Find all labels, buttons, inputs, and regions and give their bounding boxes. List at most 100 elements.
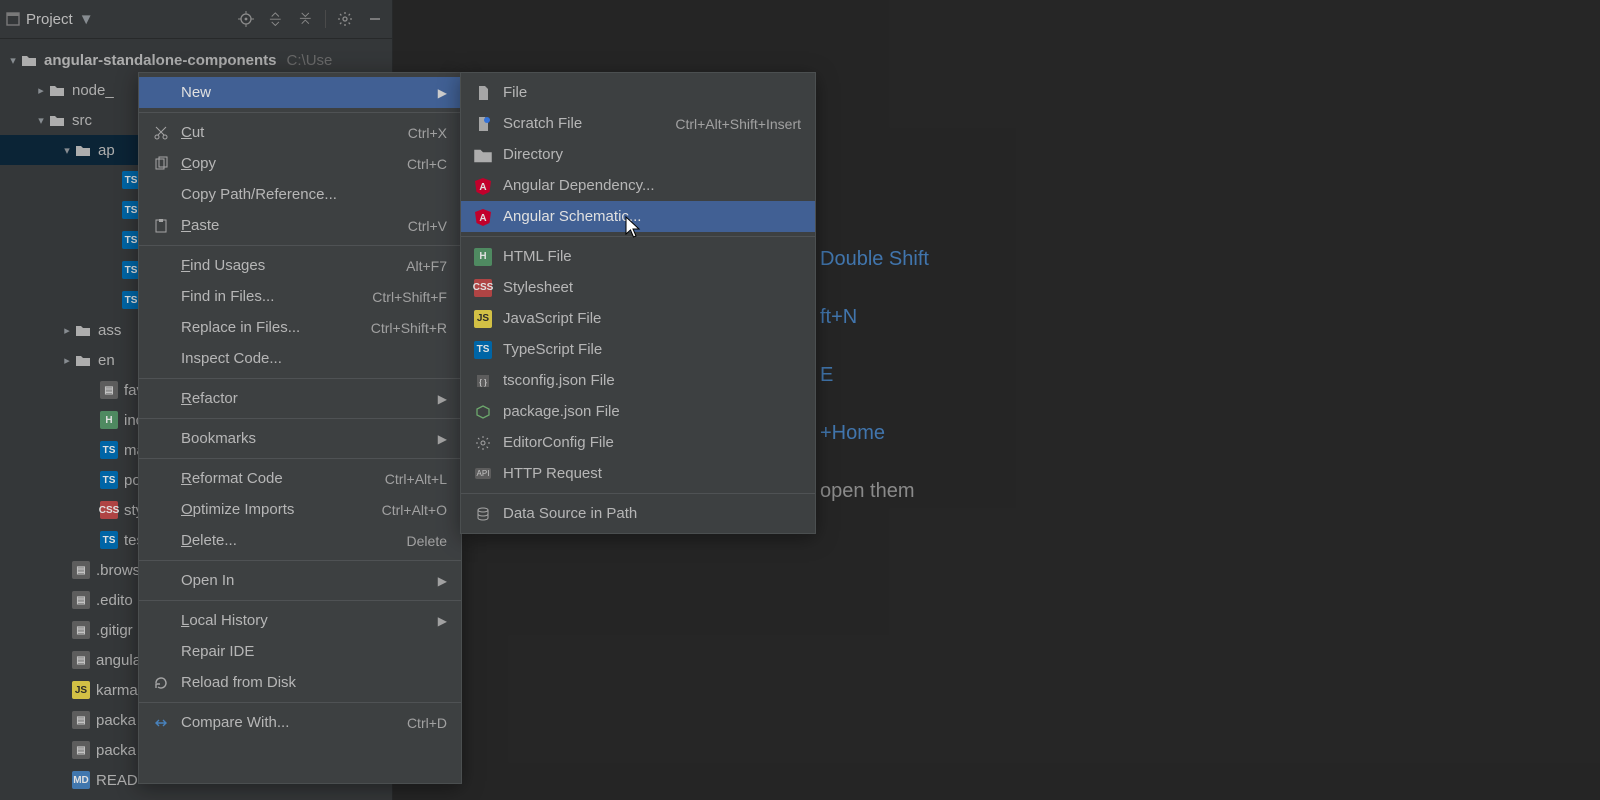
chevron-down-icon[interactable]: ▼ <box>79 11 94 28</box>
folder-icon <box>48 111 66 129</box>
menu-item-shortcut: Ctrl+Alt+O <box>382 502 447 518</box>
new-submenu-item[interactable]: APIHTTP Request <box>461 458 815 489</box>
chevron-right-icon: ▶ <box>438 432 447 446</box>
expand-all-icon[interactable] <box>265 8 287 30</box>
tree-label: ass <box>98 322 121 339</box>
menu-separator <box>139 702 461 703</box>
api-icon: API <box>473 464 493 484</box>
new-submenu-item[interactable]: AAngular Dependency... <box>461 170 815 201</box>
gen-file-icon: ▤ <box>100 381 118 399</box>
menu-separator <box>139 245 461 246</box>
menu-separator <box>139 560 461 561</box>
tree-label: .brows <box>96 562 140 579</box>
folder-icon <box>20 51 38 69</box>
chevron-right-icon: ▶ <box>438 86 447 100</box>
project-view-title[interactable]: Project <box>26 11 73 28</box>
blank-icon <box>151 287 171 307</box>
menu-item-label: Data Source in Path <box>503 505 637 522</box>
menu-item-label: Reload from Disk <box>181 674 296 691</box>
context-menu-item[interactable]: Bookmarks▶ <box>139 423 461 454</box>
context-menu[interactable]: New▶ CutCtrl+XCopyCtrl+C Copy Path/Referen… <box>138 72 462 784</box>
context-menu-item[interactable]: Refactor▶ <box>139 383 461 414</box>
chevron-right-icon[interactable]: ▸ <box>60 354 74 367</box>
angular-icon: A <box>473 176 493 196</box>
blank-icon <box>151 256 171 276</box>
chevron-right-icon[interactable]: ▸ <box>60 324 74 337</box>
folder-icon <box>74 351 92 369</box>
project-tool-header: Project ▼ <box>0 0 392 39</box>
folder-icon <box>74 141 92 159</box>
new-submenu-item[interactable]: EditorConfig File <box>461 427 815 458</box>
tsconf-icon: { } <box>473 371 493 391</box>
chevron-down-icon[interactable]: ▾ <box>6 54 20 67</box>
context-menu-item[interactable]: New▶ <box>139 77 461 108</box>
context-menu-item[interactable]: Open In▶ <box>139 565 461 596</box>
welcome-tips: Double Shift ft+N E +Home open them <box>820 230 929 520</box>
menu-item-label: Stylesheet <box>503 279 573 296</box>
context-menu-item[interactable]: Replace in Files...Ctrl+Shift+R <box>139 312 461 343</box>
context-menu-item[interactable]: Find in Files...Ctrl+Shift+F <box>139 281 461 312</box>
new-submenu-item[interactable]: JSJavaScript File <box>461 303 815 334</box>
new-submenu-item[interactable]: Data Source in Path <box>461 498 815 529</box>
gear-icon[interactable] <box>334 8 356 30</box>
js-icon: JS <box>473 309 493 329</box>
new-submenu-item[interactable]: { }tsconfig.json File <box>461 365 815 396</box>
blank-icon <box>151 429 171 449</box>
new-submenu-item[interactable]: AAngular Schematic... <box>461 201 815 232</box>
gen-file-icon: ▤ <box>72 621 90 639</box>
context-menu-item[interactable]: Compare With...Ctrl+D <box>139 707 461 738</box>
context-menu-item[interactable]: Reload from Disk <box>139 667 461 698</box>
menu-item-label: Inspect Code... <box>181 350 282 367</box>
js-file-icon: JS <box>72 681 90 699</box>
menu-separator <box>139 112 461 113</box>
tree-row[interactable]: ▤tsconf <box>0 795 392 800</box>
context-menu-item[interactable]: Inspect Code... <box>139 343 461 374</box>
menu-item-label: Scratch File <box>503 115 582 132</box>
tree-label: src <box>72 112 92 129</box>
tree-label: READ <box>96 772 138 789</box>
reload-icon <box>151 673 171 693</box>
tip-shortcut: ft+N <box>820 288 929 346</box>
context-menu-item[interactable]: Reformat CodeCtrl+Alt+L <box>139 463 461 494</box>
md-file-icon: MD <box>72 771 90 789</box>
tree-root-label: angular-standalone-components <box>44 52 277 69</box>
minimize-icon[interactable] <box>364 8 386 30</box>
context-menu-item[interactable]: PasteCtrl+V <box>139 210 461 241</box>
tree-label: node_ <box>72 82 114 99</box>
menu-item-label: Delete... <box>181 532 237 549</box>
menu-item-label: Local History <box>181 612 268 629</box>
new-submenu-item[interactable]: HHTML File <box>461 241 815 272</box>
menu-item-label: Optimize Imports <box>181 501 294 518</box>
context-menu-item[interactable]: Copy Path/Reference... <box>139 179 461 210</box>
cut-icon <box>151 123 171 143</box>
tree-root-row[interactable]: ▾ angular-standalone-components C:\Use <box>0 45 392 75</box>
chevron-right-icon[interactable]: ▸ <box>34 84 48 97</box>
new-submenu-item[interactable]: Directory <box>461 139 815 170</box>
tree-label: .edito <box>96 592 133 609</box>
new-submenu-item[interactable]: package.json File <box>461 396 815 427</box>
menu-item-shortcut: Ctrl+C <box>407 156 447 172</box>
menu-item-shortcut: Ctrl+Alt+Shift+Insert <box>675 116 801 132</box>
new-submenu-item[interactable]: Scratch File Ctrl+Alt+Shift+Insert <box>461 108 815 139</box>
context-menu-item[interactable]: Repair IDE <box>139 636 461 667</box>
chevron-right-icon: ▶ <box>438 392 447 406</box>
context-menu-item[interactable]: Local History▶ <box>139 605 461 636</box>
new-submenu-item[interactable]: CSSStylesheet <box>461 272 815 303</box>
context-menu-item[interactable]: Optimize Imports Ctrl+Alt+O <box>139 494 461 525</box>
context-menu-item[interactable]: CutCtrl+X <box>139 117 461 148</box>
collapse-all-icon[interactable] <box>295 8 317 30</box>
context-menu-item[interactable]: Find UsagesAlt+F7 <box>139 250 461 281</box>
context-menu-item[interactable]: CopyCtrl+C <box>139 148 461 179</box>
locate-icon[interactable] <box>235 8 257 30</box>
pkg-icon <box>473 402 493 422</box>
menu-item-shortcut: Ctrl+D <box>407 715 447 731</box>
menu-item-shortcut: Ctrl+Shift+F <box>372 289 447 305</box>
new-submenu[interactable]: File Scratch File Ctrl+Alt+Shift+Insert Dir… <box>460 72 816 534</box>
context-menu-item[interactable]: Delete...Delete <box>139 525 461 556</box>
chevron-down-icon[interactable]: ▾ <box>60 144 74 157</box>
scratch-icon <box>473 114 493 134</box>
new-submenu-item[interactable]: TSTypeScript File <box>461 334 815 365</box>
menu-item-label: Copy Path/Reference... <box>181 186 337 203</box>
new-submenu-item[interactable]: File <box>461 77 815 108</box>
chevron-down-icon[interactable]: ▾ <box>34 114 48 127</box>
